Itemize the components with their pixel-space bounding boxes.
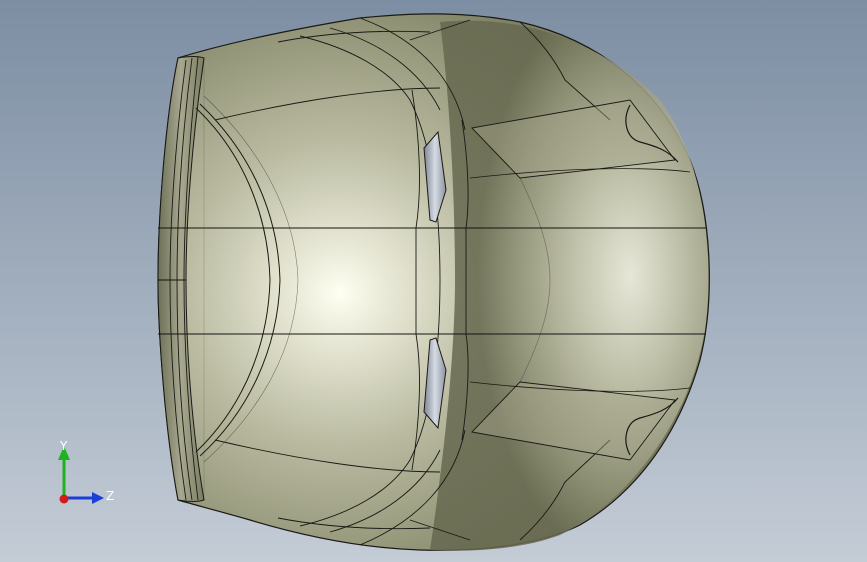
axis-triad: Y Z: [58, 439, 114, 504]
z-axis-label: Z: [106, 489, 114, 503]
z-axis-arrow: [92, 492, 104, 504]
cad-model[interactable]: [0, 0, 867, 562]
3d-viewport[interactable]: Y Z: [0, 0, 867, 562]
x-axis-dot: [59, 494, 69, 504]
y-axis-label: Y: [59, 439, 68, 453]
dome-surface: [430, 20, 709, 551]
